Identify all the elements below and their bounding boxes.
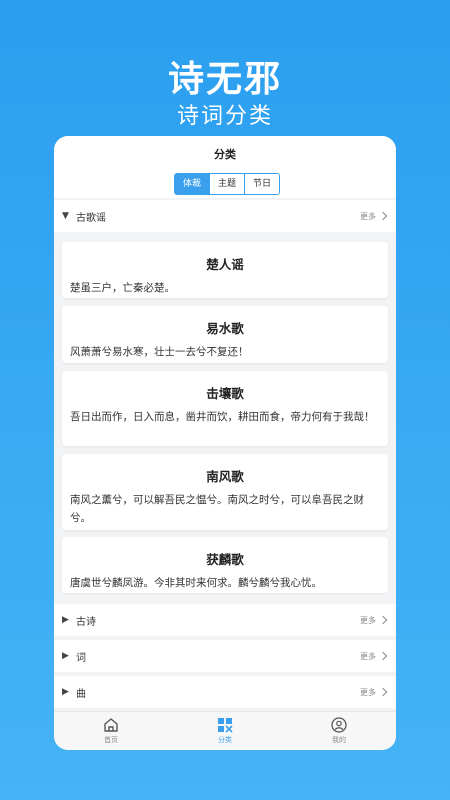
category-name: 古歌谣: [76, 212, 106, 224]
poem-text: 唐虞世兮麟凤游。今非其时来何求。麟兮麟兮我心忧。: [70, 577, 322, 589]
chevron-right-icon: [378, 687, 388, 697]
tab-profile[interactable]: 我的: [282, 712, 396, 750]
more-label: 更多: [360, 651, 376, 661]
category-row-ancient-poems[interactable]: ▶ 古诗 更多: [54, 604, 396, 636]
more-label: 更多: [360, 211, 376, 221]
hero-subtitle: 诗词分类: [176, 104, 273, 129]
hero-title: 诗无邪: [167, 59, 282, 100]
segmented-control: 体裁 主题 节日: [174, 173, 280, 195]
home-icon: [104, 718, 118, 732]
tab-label: 分类: [218, 736, 232, 744]
caret-right-icon: ▶: [62, 615, 69, 625]
poem-title: 楚人谣: [206, 257, 244, 272]
profile-icon: [331, 717, 347, 733]
header: 分类 体裁 主题 节日: [54, 136, 396, 198]
segment-genre[interactable]: 体裁: [175, 174, 209, 194]
more-label: 更多: [360, 615, 376, 625]
page-title: 分类: [214, 148, 236, 161]
tab-home[interactable]: 首页: [54, 712, 168, 750]
segment-theme[interactable]: 主题: [209, 174, 244, 194]
poem-title: 南风歌: [206, 469, 244, 484]
caret-right-icon: ▶: [62, 651, 69, 661]
chevron-right-icon: [378, 615, 388, 625]
poem-card[interactable]: 易水歌 风萧萧兮易水寒，壮士一去兮不复还！: [62, 306, 388, 363]
poem-text: 吾日出而作，日入而息，凿井而饮，耕田而食，帝力何有于我哉！: [70, 411, 375, 423]
app-screen: 分类 体裁 主题 节日 ▼ 古歌谣 更多 楚人谣 楚虽三户，亡秦必楚。 易水歌 …: [54, 136, 396, 750]
poem-title: 获麟歌: [206, 552, 244, 567]
more-link[interactable]: 更多: [360, 651, 388, 662]
poem-card[interactable]: 南风歌 南风之薰兮，可以解吾民之愠兮。南风之时兮，可以阜吾民之财兮。: [62, 454, 388, 530]
poem-title: 击壤歌: [206, 386, 244, 401]
poem-title: 易水歌: [206, 321, 244, 336]
category-name: 词: [76, 652, 86, 664]
chevron-right-icon: [378, 651, 388, 661]
segment-festival[interactable]: 节日: [244, 174, 279, 194]
category-row-ancient-songs[interactable]: ▼ 古歌谣 更多: [54, 200, 396, 232]
category-name: 曲: [76, 688, 86, 700]
poem-card[interactable]: 楚人谣 楚虽三户，亡秦必楚。: [62, 242, 388, 298]
poem-card[interactable]: 击壤歌 吾日出而作，日入而息，凿井而饮，耕田而食，帝力何有于我哉！: [62, 371, 388, 446]
more-link[interactable]: 更多: [360, 687, 388, 698]
more-link[interactable]: 更多: [360, 615, 388, 626]
tab-label: 首页: [104, 736, 118, 744]
category-row-ci[interactable]: ▶ 词 更多: [54, 640, 396, 672]
caret-right-icon: ▶: [62, 687, 69, 697]
more-link[interactable]: 更多: [360, 211, 388, 222]
tab-category[interactable]: 分类: [168, 712, 282, 750]
poem-text: 南风之薰兮，可以解吾民之愠兮。南风之时兮，可以阜吾民之财兮。: [70, 494, 364, 524]
poem-text: 风萧萧兮易水寒，壮士一去兮不复还！: [70, 346, 249, 358]
category-grid-icon: [218, 718, 233, 733]
bottom-tab-bar: 首页 分类 我的: [54, 711, 396, 750]
chevron-right-icon: [378, 211, 388, 221]
poem-card[interactable]: 获麟歌 唐虞世兮麟凤游。今非其时来何求。麟兮麟兮我心忧。: [62, 537, 388, 593]
poem-text: 楚虽三户，亡秦必楚。: [70, 282, 175, 294]
category-name: 古诗: [76, 616, 96, 628]
more-label: 更多: [360, 687, 376, 697]
caret-down-icon: ▼: [62, 211, 69, 221]
category-row-qu[interactable]: ▶ 曲 更多: [54, 676, 396, 708]
tab-label: 我的: [332, 736, 346, 744]
